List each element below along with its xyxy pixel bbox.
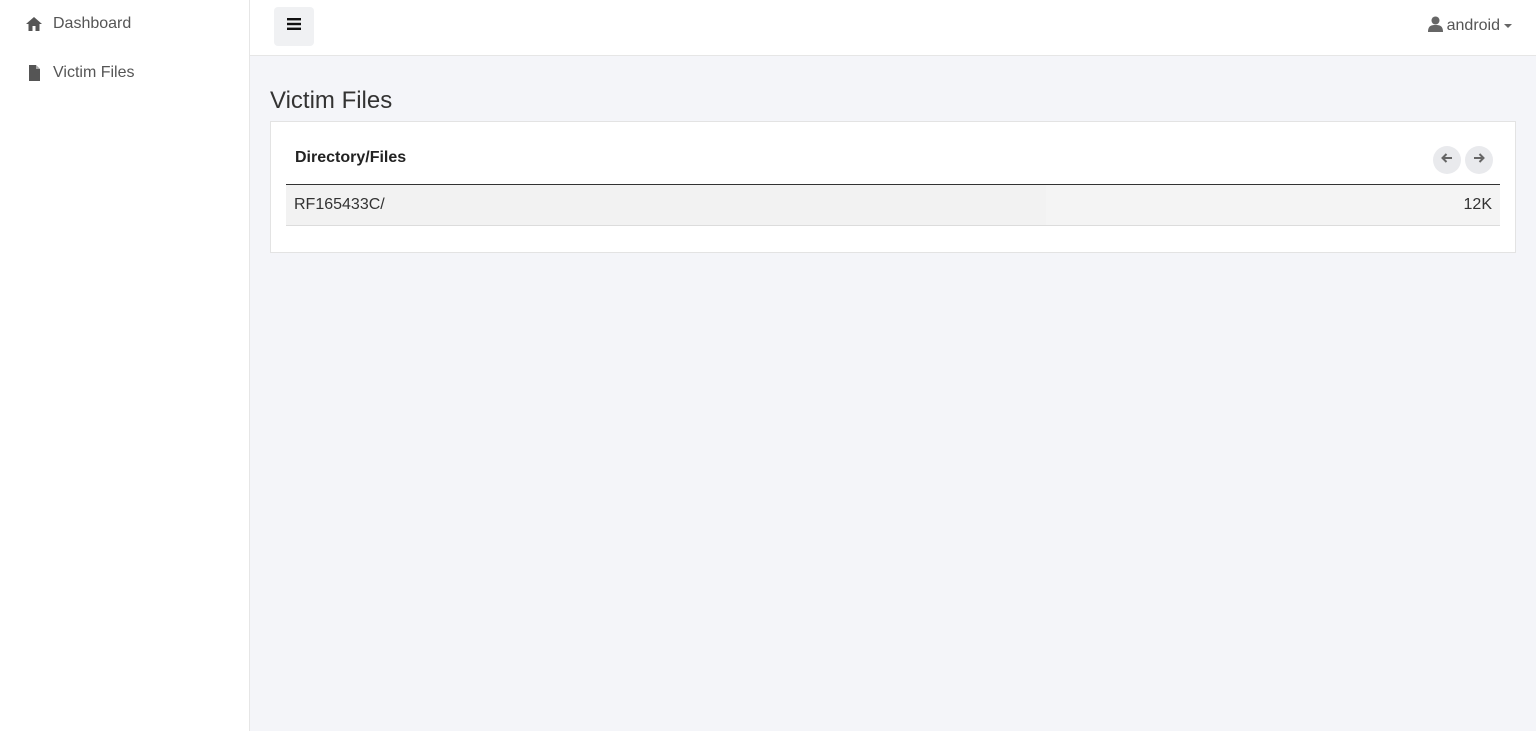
top-bar: android xyxy=(250,0,1536,56)
files-panel: Directory/Files RF165433C/ 12K xyxy=(270,121,1516,253)
user-name: android xyxy=(1446,17,1500,34)
menu-toggle-button[interactable] xyxy=(274,7,314,46)
user-icon xyxy=(1427,16,1443,37)
hamburger-icon xyxy=(287,17,301,36)
sidebar: Dashboard Victim Files xyxy=(0,0,250,731)
arrow-left-icon xyxy=(1441,151,1453,169)
size-cell xyxy=(1046,185,1500,225)
sidebar-item-dashboard[interactable]: Dashboard xyxy=(25,12,131,36)
sidebar-item-label: Dashboard xyxy=(53,15,132,32)
file-name: RF165433C/ xyxy=(294,196,385,213)
sidebar-item-victim-files[interactable]: Victim Files xyxy=(25,61,135,85)
file-icon xyxy=(25,64,43,82)
panel-header: Directory/Files xyxy=(295,149,407,166)
file-size: 12K xyxy=(1463,196,1492,213)
back-button[interactable] xyxy=(1433,146,1461,174)
forward-button[interactable] xyxy=(1465,146,1493,174)
home-icon xyxy=(25,15,43,33)
arrow-right-icon xyxy=(1473,151,1485,169)
user-menu[interactable]: android xyxy=(1427,15,1512,37)
sidebar-item-label: Victim Files xyxy=(53,64,135,81)
caret-down-icon xyxy=(1504,24,1512,28)
page-title: Victim Files xyxy=(270,87,393,114)
table-row[interactable]: RF165433C/ 12K xyxy=(286,185,1500,226)
